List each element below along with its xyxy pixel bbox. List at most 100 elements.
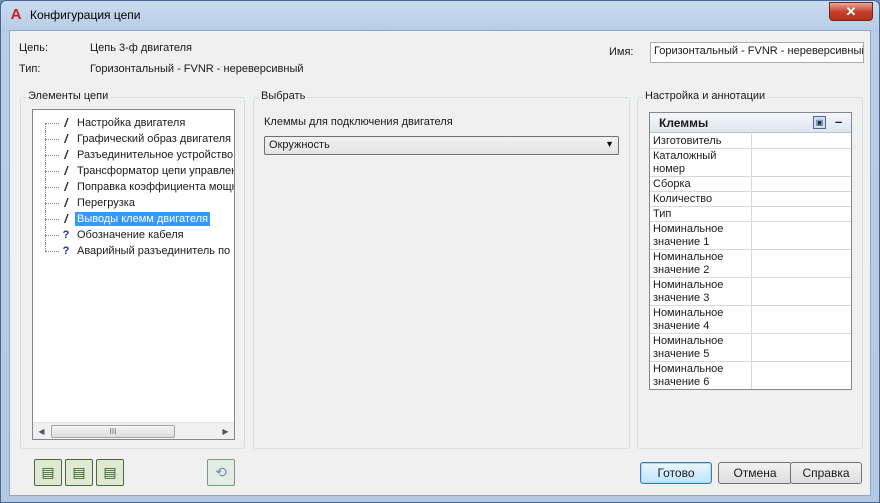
property-name: Номинальное значение 2 <box>653 251 724 276</box>
name-input[interactable]: Горизонтальный - FVNR - нереверсивный <box>650 42 864 63</box>
dialog-client: Цепь: Цепь 3-ф двигателя Тип: Горизонтал… <box>9 30 871 496</box>
annotations-group-title: Настройка и аннотации <box>643 90 768 102</box>
property-name: Номинальное значение 6 <box>653 363 724 388</box>
tree-item-label: Трансформатор цепи управления <box>77 165 235 177</box>
autocad-logo-icon: A <box>10 6 22 23</box>
pencil-icon: / <box>64 132 68 146</box>
column-divider <box>751 250 752 277</box>
tree-item-label: Настройка двигателя <box>77 117 186 129</box>
column-divider <box>751 278 752 305</box>
tree-line <box>45 243 46 251</box>
column-divider <box>751 192 752 206</box>
circuit-list-add-icon[interactable]: ▤ <box>65 459 93 486</box>
tree-line <box>45 251 59 252</box>
window-title: Конфигурация цепи <box>30 8 141 22</box>
properties-title: Клеммы <box>659 116 709 130</box>
horizontal-scrollbar[interactable]: ◀ III ▶ <box>33 422 234 439</box>
tree-item[interactable]: ? Аварийный разъединитель по <box>33 243 233 259</box>
column-divider <box>751 222 752 249</box>
pencil-icon: / <box>64 196 68 210</box>
scroll-thumb[interactable]: III <box>51 425 175 438</box>
tree-item[interactable]: / Поправка коэффициента мощности <box>33 179 235 195</box>
tree-line <box>45 139 59 140</box>
tree-item[interactable]: / Настройка двигателя <box>33 115 233 131</box>
column-divider <box>751 334 752 361</box>
scroll-right-icon[interactable]: ▶ <box>217 423 234 439</box>
cancel-button[interactable]: Отмена <box>718 462 792 484</box>
property-row[interactable]: Сборка <box>650 177 851 192</box>
property-row[interactable]: Номинальное значение 5 <box>650 334 851 362</box>
column-divider <box>751 149 752 176</box>
question-icon: ? <box>62 229 70 241</box>
property-row[interactable]: Номинальное значение 2 <box>650 250 851 278</box>
tree-item-label: Аварийный разъединитель по <box>77 245 231 257</box>
property-row[interactable]: Тип <box>650 207 851 222</box>
tree-line <box>45 123 46 131</box>
type-value: Горизонтальный - FVNR - нереверсивный <box>90 63 304 75</box>
circuit-list-icon[interactable]: ▤ <box>34 459 62 486</box>
property-row[interactable]: Номинальное значение 4 <box>650 306 851 334</box>
filter-icon[interactable]: ▣ <box>813 116 826 129</box>
name-label: Имя: <box>609 46 634 58</box>
property-row[interactable]: Номинальное значение 1 <box>650 222 851 250</box>
property-name: Тип <box>653 208 672 220</box>
tree-item[interactable]: / Разъединительное устройство <box>33 147 233 163</box>
tree-item-label: Выводы клемм двигателя <box>75 212 210 226</box>
type-label: Тип: <box>19 63 41 75</box>
tree-item-label: Поправка коэффициента мощности <box>77 181 235 193</box>
tree-line <box>45 235 59 236</box>
tree-line <box>45 219 59 220</box>
tree-line <box>45 123 59 124</box>
property-row[interactable]: Каталожный номер <box>650 149 851 177</box>
tree-item[interactable]: ? Обозначение кабеля <box>33 227 233 243</box>
column-divider <box>751 306 752 333</box>
tree-item[interactable]: / Трансформатор цепи управления <box>33 163 235 179</box>
chevron-down-icon: ▼ <box>605 139 614 149</box>
tree-item[interactable]: / Выводы клемм двигателя <box>33 211 233 227</box>
circuit-value: Цепь 3-ф двигателя <box>90 42 192 54</box>
circuit-elements-tree[interactable]: / Настройка двигателя / Графический образ д… <box>32 109 235 440</box>
property-name: Изготовитель <box>653 135 722 147</box>
tree-item-label: Обозначение кабеля <box>77 229 184 241</box>
circuit-elements-title: Элементы цепи <box>26 90 111 102</box>
property-row[interactable]: Количество <box>650 192 851 207</box>
column-divider <box>751 207 752 221</box>
property-row[interactable]: Номинальное значение 6 <box>650 362 851 389</box>
property-name: Каталожный номер <box>653 150 717 175</box>
property-name: Номинальное значение 3 <box>653 279 724 304</box>
tree-item-label: Разъединительное устройство <box>77 149 234 161</box>
dialog-window: A Конфигурация цепи ✕ Цепь: Цепь 3-ф дви… <box>0 0 880 503</box>
select-group-title: Выбрать <box>259 90 308 102</box>
tree-line <box>45 171 59 172</box>
collapse-icon[interactable]: – <box>835 114 842 129</box>
property-row[interactable]: Изготовитель <box>650 134 851 149</box>
circuit-list-edit-icon[interactable]: ▤ <box>96 459 124 486</box>
help-button[interactable]: Справка <box>790 462 862 484</box>
terminals-dropdown-value: Окружность <box>269 139 330 151</box>
column-divider <box>751 134 752 148</box>
ok-button[interactable]: Готово <box>640 462 712 484</box>
property-name: Номинальное значение 4 <box>653 307 724 332</box>
question-icon: ? <box>62 245 70 257</box>
column-divider <box>751 362 752 389</box>
pencil-icon: / <box>64 180 68 194</box>
close-button[interactable]: ✕ <box>829 2 873 21</box>
tree-line <box>45 203 59 204</box>
refresh-icon[interactable]: ⟲ <box>207 459 235 486</box>
tree-item-label: Перегрузка <box>77 197 135 209</box>
properties-header: Клеммы ▣ – <box>650 113 851 133</box>
title-bar[interactable]: A Конфигурация цепи ✕ <box>1 1 879 29</box>
column-divider <box>751 177 752 191</box>
tree-item[interactable]: / Перегрузка <box>33 195 233 211</box>
pencil-icon: / <box>64 212 68 226</box>
tree-line <box>45 187 59 188</box>
circuit-label: Цепь: <box>19 42 48 54</box>
property-row[interactable]: Номинальное значение 3 <box>650 278 851 306</box>
property-name: Сборка <box>653 178 691 190</box>
tree-item[interactable]: / Графический образ двигателя <box>33 131 233 147</box>
scroll-left-icon[interactable]: ◀ <box>33 423 50 439</box>
pencil-icon: / <box>64 164 68 178</box>
terminals-dropdown[interactable]: Окружность ▼ <box>264 136 619 155</box>
pencil-icon: / <box>64 148 68 162</box>
tree-line <box>45 155 59 156</box>
